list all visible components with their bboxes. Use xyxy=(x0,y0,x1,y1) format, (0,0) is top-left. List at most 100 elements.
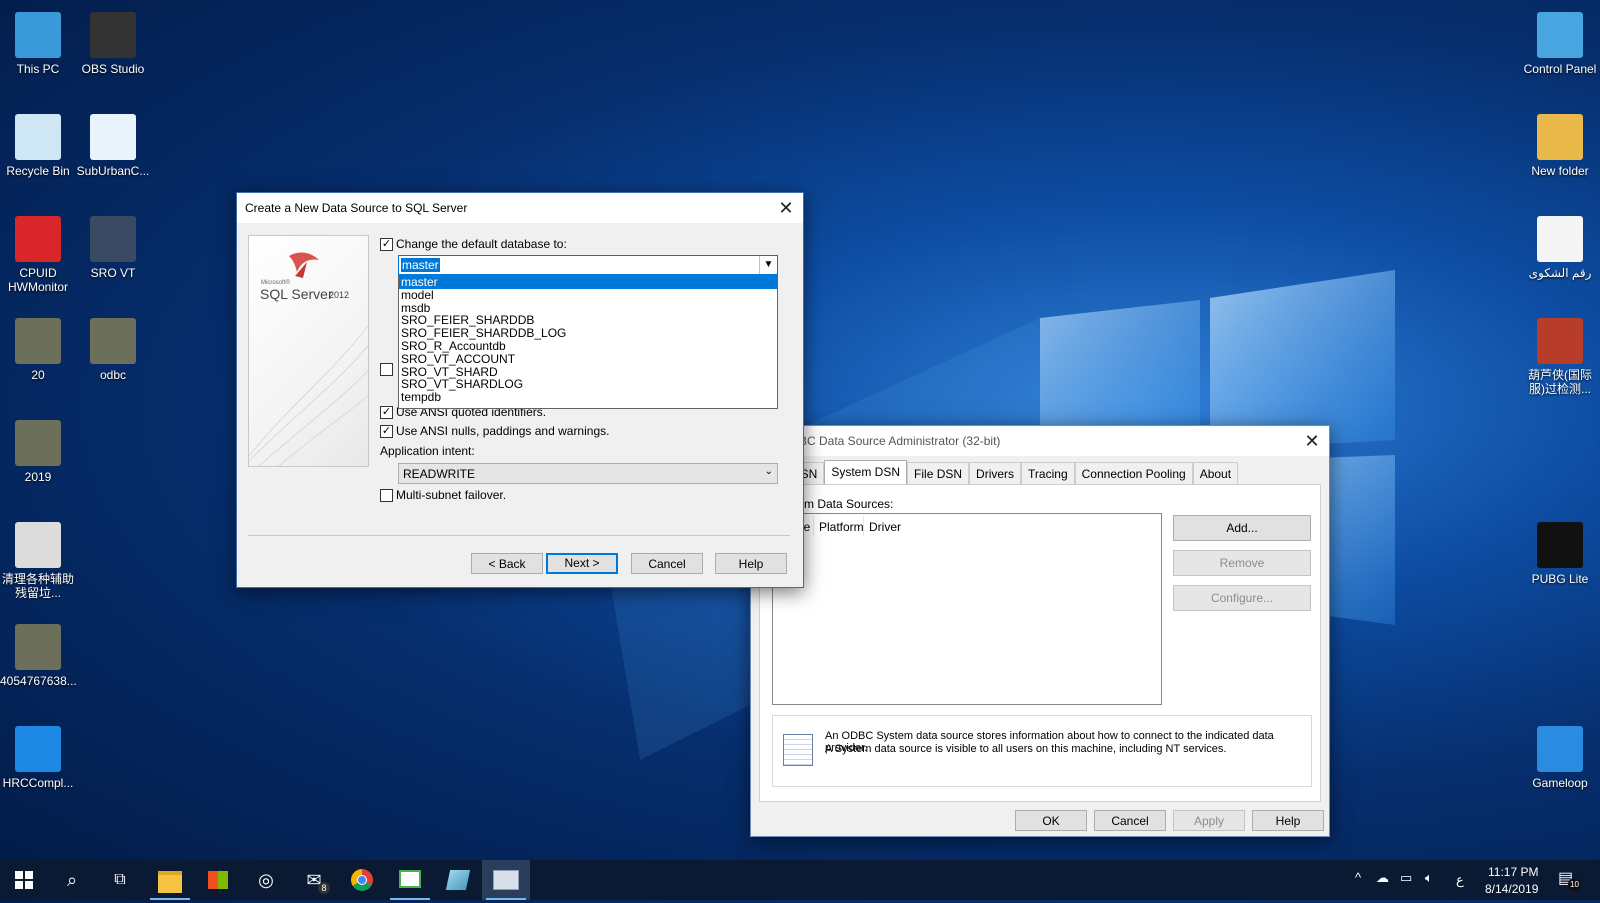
desktop-icon-item[interactable]: 葫芦侠(国际服)过检测... xyxy=(1522,318,1598,396)
chrome-icon[interactable] xyxy=(338,860,386,900)
folder-icon xyxy=(1537,114,1583,160)
desktop-icon-label: Recycle Bin xyxy=(6,164,70,178)
close-icon[interactable]: ✕ xyxy=(1301,430,1323,452)
logo-text: SQL Server xyxy=(260,286,333,302)
sql-server-logo-panel: Microsoft® SQL Server 2012 xyxy=(248,235,369,467)
desktop-icon-item[interactable]: 清理各种辅助残留垃... xyxy=(0,522,76,600)
desktop-icon-item[interactable]: 4054767638... xyxy=(0,624,77,688)
desktop-icon-item[interactable]: رقم الشكوى xyxy=(1522,216,1598,280)
ok-button[interactable]: OK xyxy=(1015,810,1087,831)
desktop-icon-item[interactable]: Recycle Bin xyxy=(0,114,76,178)
help-button[interactable]: Help xyxy=(1252,810,1324,831)
data-sources-list[interactable]: ame Platform Driver xyxy=(772,513,1162,705)
multisubnet-label: Multi-subnet failover. xyxy=(396,488,507,502)
control-panel-icon xyxy=(1537,12,1583,58)
configure-button[interactable]: Configure... xyxy=(1173,585,1311,611)
store-icon[interactable] xyxy=(194,860,242,900)
hidden-option-checkbox[interactable] xyxy=(380,363,393,376)
clock-time[interactable]: 11:17 PM xyxy=(1488,865,1538,879)
app-icon xyxy=(90,114,136,160)
desktop-icon-label: رقم الشكوى xyxy=(1528,266,1592,280)
chevron-down-icon[interactable]: ▼ xyxy=(759,256,777,274)
image-icon xyxy=(90,318,136,364)
start-button[interactable] xyxy=(0,860,48,900)
change-db-checkbox[interactable]: ✓ xyxy=(380,238,393,251)
next-button[interactable]: Next > xyxy=(546,553,618,574)
app-window-icon[interactable] xyxy=(386,860,434,900)
dialog-titlebar[interactable]: Create a New Data Source to SQL Server ✕ xyxy=(237,193,803,223)
desktop-icon-item[interactable]: OBS Studio xyxy=(75,12,151,76)
tab-panel: stem Data Sources: ame Platform Driver A… xyxy=(759,484,1321,802)
database-option[interactable]: SRO_VT_ACCOUNT xyxy=(399,352,777,366)
app-intent-select[interactable]: READWRITE ⌄ xyxy=(398,463,778,484)
desktop-icon-label: 4054767638... xyxy=(0,674,77,688)
database-combobox[interactable]: master ▼ xyxy=(398,255,778,275)
desktop-icon-item[interactable]: Control Panel xyxy=(1522,12,1598,76)
onedrive-icon[interactable]: ☁ xyxy=(1376,870,1389,886)
add-button[interactable]: Add... xyxy=(1173,515,1311,541)
odbc-title: ODBC Data Source Administrator (32-bit) xyxy=(781,434,1001,448)
column-divider xyxy=(863,516,864,536)
database-option[interactable]: tempdb xyxy=(399,391,777,404)
notes-app-icon[interactable] xyxy=(434,860,482,900)
tab-system-dsn[interactable]: System DSN xyxy=(824,460,908,487)
close-icon[interactable]: ✕ xyxy=(775,197,797,219)
ansi-nulls-checkbox[interactable]: ✓ xyxy=(380,425,393,438)
multisubnet-checkbox[interactable] xyxy=(380,489,393,502)
tab-about[interactable]: About xyxy=(1192,462,1239,484)
volume-icon[interactable]: 🔈︎ xyxy=(1425,870,1433,886)
desktop-icon-item[interactable]: Gameloop xyxy=(1522,726,1598,790)
odbc-taskbar-icon[interactable] xyxy=(482,860,530,900)
database-dropdown-list[interactable]: master model msdb SRO_FEIER_SHARDDB SRO_FEIE… xyxy=(398,275,778,409)
database-option[interactable]: SRO_VT_SHARDLOG xyxy=(399,378,777,391)
cancel-button[interactable]: Cancel xyxy=(1094,810,1166,831)
database-option[interactable]: SRO_R_Accountdb xyxy=(399,340,777,353)
task-view-icon[interactable]: ⧉ xyxy=(96,860,144,900)
image-icon xyxy=(15,624,61,670)
tab-tracing[interactable]: Tracing xyxy=(1021,462,1075,484)
sql-server-logo-icon xyxy=(289,252,319,278)
desktop-icon-item[interactable]: This PC xyxy=(0,12,76,76)
image-icon xyxy=(15,420,61,466)
cancel-button[interactable]: Cancel xyxy=(631,553,703,574)
odbc-admin-window: ODBC Data Source Administrator (32-bit) … xyxy=(750,425,1330,837)
desktop-icon-item[interactable]: 2019 xyxy=(0,420,76,484)
taskbar: ⌕ ⧉ ◎ ✉ 8 ^ ☁ ▭ 🔈︎ ع 11:17 PM 8/14/2019 ▤… xyxy=(0,860,1600,900)
pubg-icon xyxy=(1537,522,1583,568)
file-explorer-icon[interactable] xyxy=(146,860,194,900)
database-option[interactable]: model xyxy=(399,288,777,302)
odbc-titlebar[interactable]: ODBC Data Source Administrator (32-bit) … xyxy=(751,426,1329,456)
notification-icon[interactable]: ▤ 10 xyxy=(1558,868,1581,891)
target-app-icon[interactable]: ◎ xyxy=(242,860,290,900)
desktop-icon-label: CPUID HWMonitor xyxy=(7,266,68,294)
desktop-icon-item[interactable]: odbc xyxy=(75,318,151,382)
file-icon xyxy=(15,726,61,772)
input-language[interactable]: ع xyxy=(1456,872,1464,888)
desktop-icon-item[interactable]: 20 xyxy=(0,318,76,382)
tab-connection-pooling[interactable]: Connection Pooling xyxy=(1074,462,1193,484)
tab-file-dsn[interactable]: File DSN xyxy=(907,462,970,484)
desktop-icon-item[interactable]: SRO VT xyxy=(75,216,151,280)
network-icon[interactable]: ▭ xyxy=(1400,870,1412,886)
database-option[interactable]: master xyxy=(399,276,777,289)
dialog-title: Create a New Data Source to SQL Server xyxy=(245,201,468,215)
tab-drivers[interactable]: Drivers xyxy=(969,462,1022,484)
column-driver[interactable]: Driver xyxy=(869,520,901,534)
column-platform[interactable]: Platform xyxy=(819,520,864,534)
search-icon[interactable]: ⌕ xyxy=(48,860,96,900)
remove-button[interactable]: Remove xyxy=(1173,550,1311,576)
desktop-icon-label: This PC xyxy=(16,62,60,76)
desktop-icon-item[interactable]: HRCCompl... xyxy=(0,726,76,790)
mail-icon[interactable]: ✉ 8 xyxy=(290,860,338,900)
back-button[interactable]: < Back xyxy=(471,553,543,574)
apply-button[interactable]: Apply xyxy=(1173,810,1245,831)
desktop-icon-item[interactable]: New folder xyxy=(1522,114,1598,178)
image-icon xyxy=(15,318,61,364)
help-button[interactable]: Help xyxy=(715,553,787,574)
clock-date[interactable]: 8/14/2019 xyxy=(1485,882,1538,896)
ansi-quoted-checkbox[interactable]: ✓ xyxy=(380,406,393,419)
desktop-icon-item[interactable]: CPUID HWMonitor xyxy=(0,216,76,294)
desktop-icon-item[interactable]: SubUrbanC... xyxy=(75,114,151,178)
chevron-up-icon[interactable]: ^ xyxy=(1355,870,1361,885)
desktop-icon-item[interactable]: PUBG Lite xyxy=(1522,522,1598,586)
